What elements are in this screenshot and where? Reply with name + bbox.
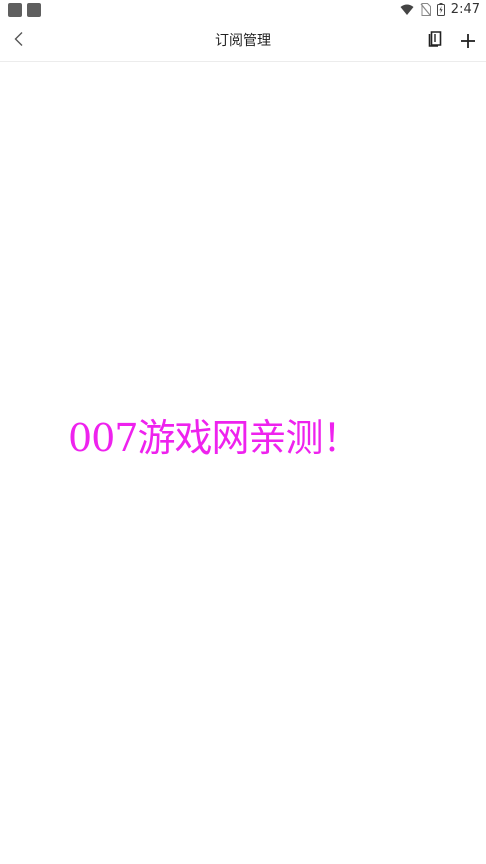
app-notification-icon xyxy=(27,3,41,17)
subscription-list: 007游戏网亲测！ xyxy=(0,62,486,864)
no-signal-icon xyxy=(420,1,431,20)
screen: 2:47 订阅管理 007游戏网亲测！ xyxy=(0,0,486,864)
page-title: 订阅管理 xyxy=(215,33,271,49)
watermark-text: 007游戏网亲测！ xyxy=(68,416,361,460)
add-subscription-button[interactable] xyxy=(456,30,480,54)
top-app-bar: 订阅管理 xyxy=(0,22,486,62)
notification-icons xyxy=(8,3,41,17)
back-button[interactable] xyxy=(6,28,32,54)
battery-charging-icon xyxy=(436,1,445,20)
book-icon xyxy=(428,31,442,51)
wifi-icon xyxy=(400,1,414,20)
chevron-left-icon xyxy=(13,31,25,51)
clock: 2:47 xyxy=(450,2,480,17)
subscription-library-button[interactable] xyxy=(424,30,446,52)
plus-icon xyxy=(461,33,475,52)
app-notification-icon xyxy=(8,3,22,17)
system-icons: 2:47 xyxy=(400,1,480,19)
status-bar: 2:47 xyxy=(0,0,486,22)
